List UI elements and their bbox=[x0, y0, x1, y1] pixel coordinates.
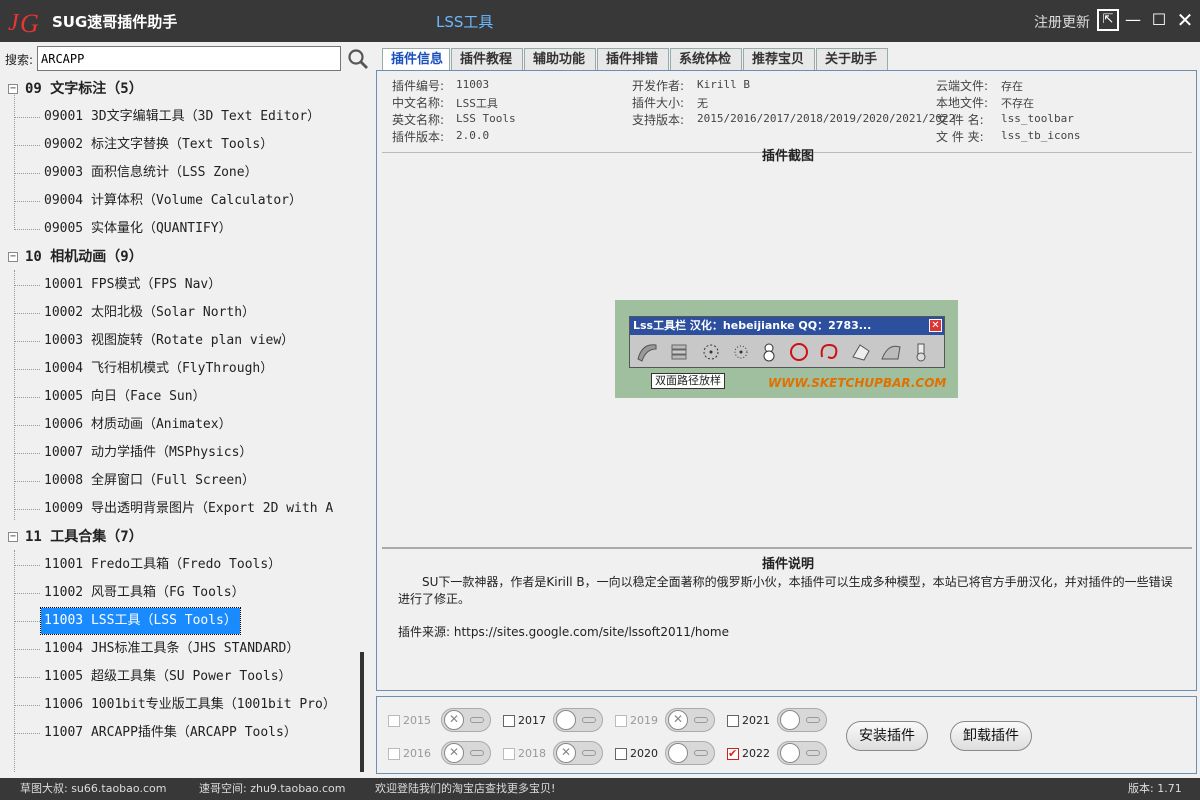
install-plugin-button[interactable]: 安装插件 bbox=[846, 721, 928, 751]
plugin-author: Kirill B bbox=[697, 78, 750, 91]
collapse-icon[interactable]: − bbox=[8, 84, 18, 94]
minimize-icon[interactable]: — bbox=[1122, 9, 1144, 31]
stack-icon bbox=[671, 344, 687, 360]
shape-icon bbox=[852, 344, 870, 361]
toggle-2018 bbox=[553, 741, 603, 765]
sun-dots-icon bbox=[734, 345, 748, 359]
plugin-en-name: LSS Tools bbox=[456, 112, 516, 125]
search-icon[interactable] bbox=[347, 48, 369, 70]
app-logo-icon: J G bbox=[8, 9, 39, 38]
circle-dots-icon bbox=[703, 344, 719, 360]
loft-icon bbox=[637, 344, 657, 362]
plugin-tree[interactable]: − 09 文字标注（5） 09001 3D文字编辑工具（3D Text Edit… bbox=[0, 76, 360, 774]
supported-versions: 2015/2016/2017/2018/2019/2020/2021/2022 bbox=[697, 112, 956, 125]
tab-recommend[interactable]: 推荐宝贝 bbox=[743, 48, 815, 70]
toggle-2015 bbox=[441, 708, 491, 732]
tree-guide bbox=[14, 89, 15, 228]
toggle-2020[interactable] bbox=[665, 741, 715, 765]
tree-scrollbar[interactable] bbox=[360, 652, 364, 772]
uninstall-plugin-button[interactable]: 卸载插件 bbox=[950, 721, 1032, 751]
register-update-link[interactable]: 注册更新 bbox=[1034, 12, 1090, 32]
toolbar-preview-title: Lss工具栏 汉化：hebeijianke QQ：2783... bbox=[630, 317, 944, 335]
plugin-cn-name: LSS工具 bbox=[456, 97, 498, 110]
status-link-2[interactable]: 速哥空间: zhu9.taobao.com bbox=[199, 778, 345, 800]
toolbar-preview: Lss工具栏 汉化：hebeijianke QQ：2783... ✕ bbox=[629, 316, 945, 368]
tab-system-check[interactable]: 系统体检 bbox=[670, 48, 742, 70]
cloud-file-status: 存在 bbox=[1001, 80, 1023, 93]
collapse-icon[interactable]: − bbox=[8, 252, 18, 262]
screenshot-title: 插件截图 bbox=[762, 149, 815, 164]
toolbar-icons bbox=[632, 337, 942, 367]
watermark-site: WWW.SKETCHUPBAR.COM bbox=[768, 376, 947, 390]
description-text: SU下一款神器，作者是Kirill B，一向以稳定全面著称的俄罗斯小伙，本插件可… bbox=[398, 575, 1173, 606]
tooltip: 双面路径放样 bbox=[651, 373, 725, 389]
close-icon[interactable]: ✕ bbox=[1174, 9, 1196, 31]
status-link-1[interactable]: 草图大叔: su66.taobao.com bbox=[20, 778, 166, 800]
tab-plugin-tutorial[interactable]: 插件教程 bbox=[451, 48, 523, 70]
toggle-2021[interactable] bbox=[777, 708, 827, 732]
search-input[interactable] bbox=[37, 46, 341, 71]
version-label: 版本: 1.71 bbox=[1128, 782, 1182, 795]
tab-troubleshoot[interactable]: 插件排错 bbox=[597, 48, 669, 70]
toggle-2017[interactable] bbox=[553, 708, 603, 732]
surface-icon bbox=[881, 345, 901, 360]
svg-text:J: J bbox=[8, 10, 20, 36]
file-name: lss_toolbar bbox=[1001, 112, 1074, 125]
snowman-icon bbox=[763, 343, 775, 362]
toggle-2022[interactable] bbox=[777, 741, 827, 765]
tab-aux-functions[interactable]: 辅助功能 bbox=[524, 48, 596, 70]
collapse-icon[interactable]: − bbox=[8, 532, 18, 542]
close-icon: ✕ bbox=[929, 319, 942, 332]
source-link[interactable]: 插件来源: https://sites.google.com/site/lsso… bbox=[398, 623, 729, 640]
tree-guide bbox=[14, 270, 15, 520]
status-message: 欢迎登陆我们的淘宝店查找更多宝贝! bbox=[375, 782, 556, 795]
maximize-icon[interactable]: ☐ bbox=[1148, 9, 1170, 31]
local-file-status: 不存在 bbox=[1001, 97, 1034, 110]
plugin-screenshot: Lss工具栏 汉化：hebeijianke QQ：2783... ✕ 双面路径放… bbox=[615, 300, 958, 398]
tab-plugin-info[interactable]: 插件信息 bbox=[382, 48, 450, 72]
toggle-2016 bbox=[441, 741, 491, 765]
description-title: 插件说明 bbox=[762, 557, 815, 572]
app-title: SUG速哥插件助手 bbox=[52, 13, 178, 31]
restore-icon[interactable]: ⇱ bbox=[1097, 9, 1119, 31]
plugin-id: 11003 bbox=[456, 78, 490, 91]
title-bar: J G SUG速哥插件助手 LSS工具 注册更新 ⇱ — ☐ ✕ bbox=[0, 0, 1200, 42]
plugin-version: 2.0.0 bbox=[456, 129, 490, 142]
tab-about[interactable]: 关于助手 bbox=[816, 48, 888, 70]
red-loop-icon bbox=[790, 343, 808, 361]
folder-name: lss_tb_icons bbox=[1001, 129, 1081, 142]
plugin-size: 无 bbox=[697, 97, 708, 110]
red-spiral-icon bbox=[820, 343, 838, 359]
tree-guide bbox=[14, 550, 15, 772]
search-label: 搜索: bbox=[5, 53, 34, 67]
svg-text:G: G bbox=[20, 9, 39, 38]
toggle-2019 bbox=[665, 708, 715, 732]
window-title: LSS工具 bbox=[436, 13, 494, 31]
tap-icon bbox=[916, 343, 926, 362]
status-bar: 草图大叔: su66.taobao.com 速哥空间: zhu9.taobao.… bbox=[0, 778, 1200, 800]
